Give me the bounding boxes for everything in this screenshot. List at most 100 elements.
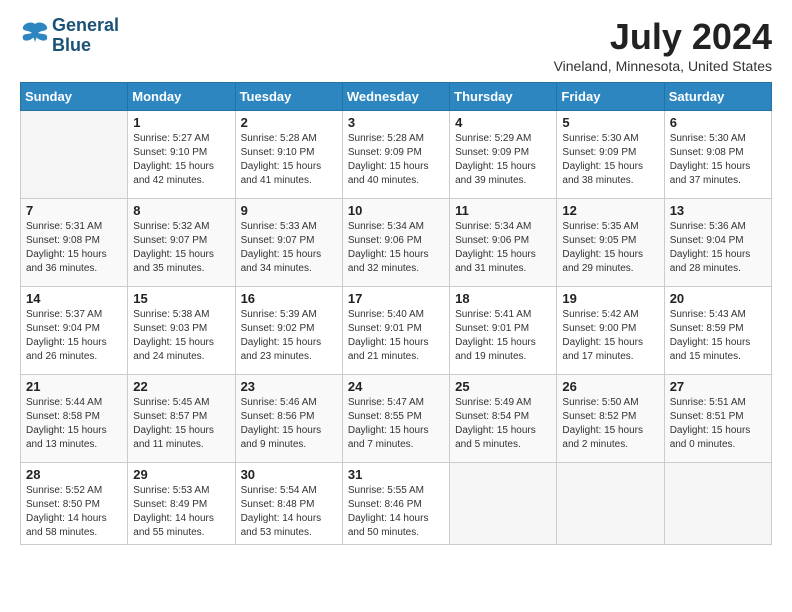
- day-number: 1: [133, 115, 229, 130]
- calendar-cell: 20Sunrise: 5:43 AM Sunset: 8:59 PM Dayli…: [664, 287, 771, 375]
- day-number: 31: [348, 467, 444, 482]
- logo: General Blue: [20, 16, 119, 56]
- day-info: Sunrise: 5:29 AM Sunset: 9:09 PM Dayligh…: [455, 132, 551, 188]
- calendar-cell: 8Sunrise: 5:32 AM Sunset: 9:07 PM Daylig…: [128, 199, 235, 287]
- day-info: Sunrise: 5:34 AM Sunset: 9:06 PM Dayligh…: [348, 220, 444, 276]
- calendar-cell: 6 Sunrise: 5:30 AM Sunset: 9:08 PM Daylig…: [664, 111, 771, 199]
- calendar-cell: 11 Sunrise: 5:34 AM Sunset: 9:06 PM Dayli…: [450, 199, 557, 287]
- day-info: Sunrise: 5:46 AM Sunset: 8:56 PM Dayligh…: [241, 396, 337, 452]
- calendar-cell: 25 Sunrise: 5:49 AM Sunset: 8:54 PM Dayli…: [450, 375, 557, 463]
- day-number: 15: [133, 291, 229, 306]
- day-number: 25: [455, 379, 551, 394]
- calendar-cell: 28 Sunrise: 5:52 AM Sunset: 8:50 PM Dayli…: [21, 463, 128, 545]
- calendar-cell: [450, 463, 557, 545]
- calendar-cell: 18 Sunrise: 5:41 AM Sunset: 9:01 PM Dayli…: [450, 287, 557, 375]
- day-info: Sunrise: 5:34 AM Sunset: 9:06 PM Dayligh…: [455, 220, 551, 276]
- day-number: 10: [348, 203, 444, 218]
- calendar-cell: 3 Sunrise: 5:28 AM Sunset: 9:09 PM Daylig…: [342, 111, 449, 199]
- day-number: 14: [26, 291, 122, 306]
- day-number: 24: [348, 379, 444, 394]
- day-info: Sunrise: 5:42 AM Sunset: 9:00 PM Dayligh…: [562, 308, 658, 364]
- day-number: 19: [562, 291, 658, 306]
- day-number: 30: [241, 467, 337, 482]
- calendar-cell: 13Sunrise: 5:36 AM Sunset: 9:04 PM Dayli…: [664, 199, 771, 287]
- day-info: Sunrise: 5:51 AM Sunset: 8:51 PM Dayligh…: [670, 396, 766, 452]
- day-number: 26: [562, 379, 658, 394]
- day-number: 18: [455, 291, 551, 306]
- day-info: Sunrise: 5:41 AM Sunset: 9:01 PM Dayligh…: [455, 308, 551, 364]
- calendar-cell: 21 Sunrise: 5:44 AM Sunset: 8:58 PM Dayli…: [21, 375, 128, 463]
- day-number: 8: [133, 203, 229, 218]
- week-row-5: 28 Sunrise: 5:52 AM Sunset: 8:50 PM Dayli…: [21, 463, 772, 545]
- calendar-cell: 2Sunrise: 5:28 AM Sunset: 9:10 PM Daylig…: [235, 111, 342, 199]
- calendar-cell: 31Sunrise: 5:55 AM Sunset: 8:46 PM Dayli…: [342, 463, 449, 545]
- day-number: 9: [241, 203, 337, 218]
- day-info: Sunrise: 5:37 AM Sunset: 9:04 PM Dayligh…: [26, 308, 122, 364]
- day-info: Sunrise: 5:30 AM Sunset: 9:09 PM Dayligh…: [562, 132, 658, 188]
- day-number: 5: [562, 115, 658, 130]
- weekday-header-saturday: Saturday: [664, 83, 771, 111]
- calendar-table: SundayMondayTuesdayWednesdayThursdayFrid…: [20, 82, 772, 545]
- day-number: 6: [670, 115, 766, 130]
- calendar-cell: 17 Sunrise: 5:40 AM Sunset: 9:01 PM Dayli…: [342, 287, 449, 375]
- month-title: July 2024: [554, 16, 772, 58]
- weekday-header-row: SundayMondayTuesdayWednesdayThursdayFrid…: [21, 83, 772, 111]
- day-info: Sunrise: 5:30 AM Sunset: 9:08 PM Dayligh…: [670, 132, 766, 188]
- day-info: Sunrise: 5:54 AM Sunset: 8:48 PM Dayligh…: [241, 484, 337, 540]
- calendar-cell: 1 Sunrise: 5:27 AM Sunset: 9:10 PM Daylig…: [128, 111, 235, 199]
- calendar-cell: 26 Sunrise: 5:50 AM Sunset: 8:52 PM Dayli…: [557, 375, 664, 463]
- calendar-cell: 30 Sunrise: 5:54 AM Sunset: 8:48 PM Dayli…: [235, 463, 342, 545]
- day-info: Sunrise: 5:40 AM Sunset: 9:01 PM Dayligh…: [348, 308, 444, 364]
- calendar-cell: 4 Sunrise: 5:29 AM Sunset: 9:09 PM Daylig…: [450, 111, 557, 199]
- day-number: 21: [26, 379, 122, 394]
- logo-text-line1: General: [52, 16, 119, 36]
- calendar-cell: 22Sunrise: 5:45 AM Sunset: 8:57 PM Dayli…: [128, 375, 235, 463]
- weekday-header-tuesday: Tuesday: [235, 83, 342, 111]
- day-info: Sunrise: 5:28 AM Sunset: 9:09 PM Dayligh…: [348, 132, 444, 188]
- week-row-3: 14 Sunrise: 5:37 AM Sunset: 9:04 PM Dayli…: [21, 287, 772, 375]
- day-number: 3: [348, 115, 444, 130]
- day-number: 29: [133, 467, 229, 482]
- day-number: 17: [348, 291, 444, 306]
- day-number: 7: [26, 203, 122, 218]
- day-number: 13: [670, 203, 766, 218]
- calendar-cell: 10 Sunrise: 5:34 AM Sunset: 9:06 PM Dayli…: [342, 199, 449, 287]
- day-number: 28: [26, 467, 122, 482]
- day-info: Sunrise: 5:47 AM Sunset: 8:55 PM Dayligh…: [348, 396, 444, 452]
- calendar-cell: [664, 463, 771, 545]
- day-number: 11: [455, 203, 551, 218]
- calendar-cell: 15 Sunrise: 5:38 AM Sunset: 9:03 PM Dayli…: [128, 287, 235, 375]
- day-number: 20: [670, 291, 766, 306]
- calendar-cell: 19 Sunrise: 5:42 AM Sunset: 9:00 PM Dayli…: [557, 287, 664, 375]
- logo-text-line2: Blue: [52, 36, 119, 56]
- day-info: Sunrise: 5:27 AM Sunset: 9:10 PM Dayligh…: [133, 132, 229, 188]
- day-info: Sunrise: 5:52 AM Sunset: 8:50 PM Dayligh…: [26, 484, 122, 540]
- day-info: Sunrise: 5:50 AM Sunset: 8:52 PM Dayligh…: [562, 396, 658, 452]
- day-number: 23: [241, 379, 337, 394]
- day-info: Sunrise: 5:49 AM Sunset: 8:54 PM Dayligh…: [455, 396, 551, 452]
- calendar-cell: 16Sunrise: 5:39 AM Sunset: 9:02 PM Dayli…: [235, 287, 342, 375]
- weekday-header-friday: Friday: [557, 83, 664, 111]
- calendar-cell: 9Sunrise: 5:33 AM Sunset: 9:07 PM Daylig…: [235, 199, 342, 287]
- day-number: 4: [455, 115, 551, 130]
- week-row-1: 1 Sunrise: 5:27 AM Sunset: 9:10 PM Daylig…: [21, 111, 772, 199]
- day-info: Sunrise: 5:38 AM Sunset: 9:03 PM Dayligh…: [133, 308, 229, 364]
- day-info: Sunrise: 5:35 AM Sunset: 9:05 PM Dayligh…: [562, 220, 658, 276]
- weekday-header-monday: Monday: [128, 83, 235, 111]
- day-info: Sunrise: 5:31 AM Sunset: 9:08 PM Dayligh…: [26, 220, 122, 276]
- calendar-cell: 23 Sunrise: 5:46 AM Sunset: 8:56 PM Dayli…: [235, 375, 342, 463]
- calendar-cell: 27 Sunrise: 5:51 AM Sunset: 8:51 PM Dayli…: [664, 375, 771, 463]
- weekday-header-wednesday: Wednesday: [342, 83, 449, 111]
- week-row-2: 7 Sunrise: 5:31 AM Sunset: 9:08 PM Daylig…: [21, 199, 772, 287]
- header: General Blue July 2024 Vineland, Minneso…: [20, 16, 772, 74]
- calendar-cell: 5 Sunrise: 5:30 AM Sunset: 9:09 PM Daylig…: [557, 111, 664, 199]
- day-number: 22: [133, 379, 229, 394]
- day-info: Sunrise: 5:28 AM Sunset: 9:10 PM Dayligh…: [241, 132, 337, 188]
- weekday-header-thursday: Thursday: [450, 83, 557, 111]
- day-number: 27: [670, 379, 766, 394]
- day-number: 16: [241, 291, 337, 306]
- week-row-4: 21 Sunrise: 5:44 AM Sunset: 8:58 PM Dayli…: [21, 375, 772, 463]
- day-number: 12: [562, 203, 658, 218]
- day-info: Sunrise: 5:44 AM Sunset: 8:58 PM Dayligh…: [26, 396, 122, 452]
- calendar-cell: 14 Sunrise: 5:37 AM Sunset: 9:04 PM Dayli…: [21, 287, 128, 375]
